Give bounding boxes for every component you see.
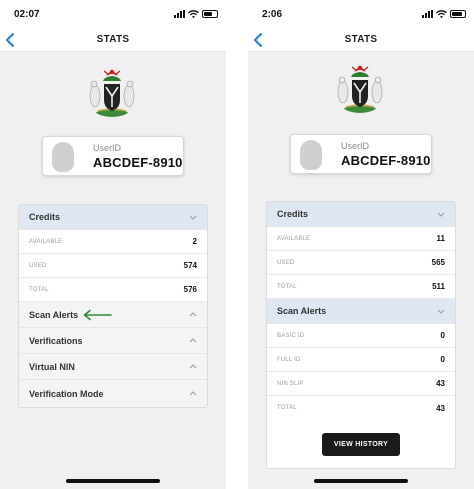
stat-value: 11: [436, 234, 445, 243]
stat-value: 0: [440, 355, 445, 364]
status-time: 2:06: [262, 8, 283, 20]
chevron-left-icon[interactable]: [4, 32, 18, 48]
stat-label: NIN SLIP: [277, 380, 304, 387]
status-bar: 2:06: [248, 0, 474, 28]
stat-row-used: USED 574: [19, 254, 207, 278]
user-id-card: UserID ABCDEF-8910: [290, 134, 432, 174]
page-title: STATS: [344, 34, 378, 45]
nav-bar: STATS: [248, 28, 474, 52]
chevron-up-icon: [189, 364, 197, 369]
section-header-credits[interactable]: Credits: [267, 202, 455, 227]
cellular-signal-icon: [174, 10, 185, 18]
user-id-value: ABCDEF-8910: [93, 155, 183, 170]
user-id-label: UserID: [341, 141, 370, 151]
stat-value: 574: [183, 261, 197, 270]
stat-value: 0: [440, 331, 445, 340]
stat-row-total: TOTAL 43: [267, 396, 455, 420]
stat-label: AVAILABLE: [277, 235, 311, 242]
wifi-icon: [188, 10, 199, 18]
stat-label: FULL ID: [277, 356, 301, 363]
stat-row-nin-slip: NIN SLIP 43: [267, 372, 455, 396]
stat-value: 2: [192, 237, 197, 246]
chevron-up-icon: [189, 391, 197, 396]
battery-icon: [202, 10, 218, 18]
fingerprint-icon: [52, 142, 74, 172]
stat-row-total: TOTAL 576: [19, 278, 207, 302]
stat-value: 576: [183, 285, 197, 294]
battery-icon: [450, 10, 466, 18]
stats-panel: Credits AVAILABLE 2 USED 574 TOTAL 576 S…: [18, 204, 208, 408]
section-header-verification-mode[interactable]: Verification Mode: [19, 380, 207, 407]
comparison-stage: 02:07 STATS UserID ABCDEF-8910 Credits A…: [0, 0, 474, 489]
section-header-scan-alerts[interactable]: Scan Alerts: [19, 302, 207, 328]
stat-label: TOTAL: [277, 405, 297, 411]
view-history-button[interactable]: VIEW HISTORY: [322, 433, 400, 456]
stat-row-available: AVAILABLE 11: [267, 227, 455, 251]
stat-row-full-id: FULL ID 0: [267, 348, 455, 372]
user-id-label: UserID: [93, 143, 122, 153]
coat-of-arms-logo: [89, 69, 135, 117]
stat-row-available: AVAILABLE 2: [19, 230, 207, 254]
stat-value: 43: [436, 403, 445, 413]
fingerprint-icon: [300, 140, 322, 170]
stat-label: USED: [29, 262, 47, 269]
chevron-down-icon: [437, 212, 445, 217]
stats-panel: Credits AVAILABLE 11 USED 565 TOTAL 511 …: [266, 201, 456, 469]
stat-value: 511: [432, 282, 445, 291]
status-bar: 02:07: [0, 0, 226, 28]
chevron-down-icon: [437, 309, 445, 314]
stat-label: AVAILABLE: [29, 238, 63, 245]
page-title: STATS: [96, 34, 130, 45]
wifi-icon: [436, 10, 447, 18]
section-header-credits[interactable]: Credits: [19, 205, 207, 230]
chevron-left-icon[interactable]: [252, 32, 266, 48]
status-time: 02:07: [14, 8, 40, 20]
section-label: Credits: [277, 209, 309, 219]
chevron-down-icon: [189, 215, 197, 220]
phone-screen-left: 02:07 STATS UserID ABCDEF-8910 Credits A…: [0, 0, 226, 489]
section-label: Credits: [29, 212, 61, 222]
stat-label: TOTAL: [29, 286, 49, 293]
cellular-signal-icon: [422, 10, 433, 18]
section-label: Verifications: [29, 335, 83, 346]
section-header-scan-alerts[interactable]: Scan Alerts: [267, 299, 455, 324]
phone-screen-right: 2:06 STATS UserID ABCDEF-8910 Credits AV…: [248, 0, 474, 489]
user-id-card: UserID ABCDEF-8910: [42, 136, 184, 176]
section-label: Scan Alerts: [277, 306, 327, 316]
section-label: Verification Mode: [29, 388, 104, 399]
status-icons: [174, 10, 218, 18]
chevron-up-icon: [189, 338, 197, 343]
green-arrow-annotation-icon: [83, 309, 112, 321]
stat-label: TOTAL: [277, 283, 297, 290]
stat-row-used: USED 565: [267, 251, 455, 275]
section-header-verifications[interactable]: Verifications: [19, 328, 207, 354]
stat-label: BASIC ID: [277, 332, 305, 339]
status-icons: [422, 10, 466, 18]
chevron-up-icon: [189, 312, 197, 317]
home-indicator: [66, 479, 160, 483]
stat-value: 43: [436, 379, 445, 388]
stat-value: 565: [431, 258, 445, 267]
stat-row-basic-id: BASIC ID 0: [267, 324, 455, 348]
stat-row-total: TOTAL 511: [267, 275, 455, 299]
coat-of-arms-logo: [337, 65, 383, 113]
stat-label: USED: [277, 259, 295, 266]
user-id-value: ABCDEF-8910: [341, 153, 431, 168]
section-label: Virtual NIN: [29, 361, 75, 372]
section-header-virtual-nin[interactable]: Virtual NIN: [19, 354, 207, 380]
section-label: Scan Alerts: [29, 309, 79, 320]
home-indicator: [314, 479, 408, 483]
nav-bar: STATS: [0, 28, 226, 52]
